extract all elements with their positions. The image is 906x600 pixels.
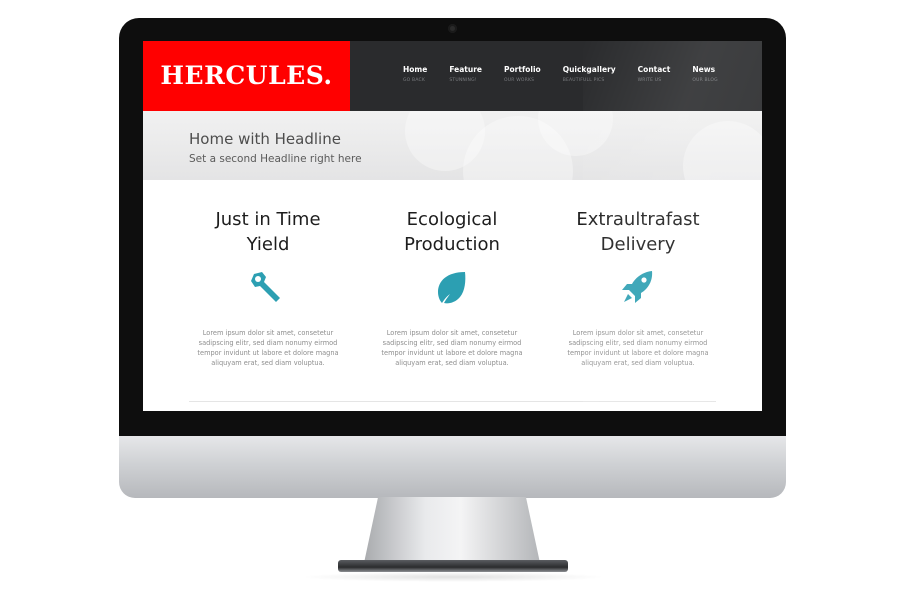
stand-shadow bbox=[300, 572, 606, 582]
nav-sublabel: WRITE US bbox=[637, 78, 662, 83]
monitor-stand-neck bbox=[364, 497, 540, 563]
feature-description: Lorem ipsum dolor sit amet, consetetur s… bbox=[197, 329, 339, 367]
feature-column: Extraultrafast Delivery Lorem ipsum dolo… bbox=[553, 207, 723, 368]
leaf-icon bbox=[438, 272, 466, 304]
feature-title-line: Extraultrafast bbox=[576, 209, 700, 230]
bokeh-decoration bbox=[683, 121, 762, 180]
nav-label[interactable]: Contact bbox=[638, 65, 671, 74]
nav-item-news[interactable]: News OUR BLOG bbox=[692, 65, 717, 83]
nav-item-feature[interactable]: Feature STUNNING! bbox=[449, 65, 482, 83]
feature-title: Ecological Production bbox=[367, 207, 537, 257]
feature-title-line: Ecological bbox=[406, 209, 498, 230]
nav-sublabel: OUR WORKS bbox=[504, 78, 535, 83]
nav-item-quickgallery[interactable]: Quickgallery BEAUTIFULL PICS bbox=[563, 65, 616, 83]
feature-title-line: Production bbox=[404, 234, 500, 255]
monitor-stand-foot bbox=[338, 560, 568, 572]
nav-label[interactable]: Quickgallery bbox=[563, 65, 616, 74]
nav-item-home[interactable]: Home GO BACK bbox=[403, 65, 427, 83]
wrench-icon bbox=[251, 272, 280, 302]
nav-label[interactable]: News bbox=[692, 65, 717, 74]
hero-subheadline: Set a second Headline right here bbox=[189, 153, 362, 165]
site-logo[interactable]: HERCULES. bbox=[143, 41, 350, 111]
nav-label[interactable]: Feature bbox=[449, 65, 482, 74]
feature-column: Just in Time Yield Lorem ipsum dolor sit… bbox=[183, 207, 353, 368]
feature-title: Extraultrafast Delivery bbox=[553, 207, 723, 257]
nav-item-portfolio[interactable]: Portfolio OUR WORKS bbox=[504, 65, 541, 83]
main-navigation: Home GO BACK Feature STUNNING! Portfolio… bbox=[403, 65, 740, 83]
hero-headline: Home with Headline bbox=[189, 130, 341, 148]
nav-sublabel: STUNNING! bbox=[449, 78, 477, 83]
nav-sublabel: OUR BLOG bbox=[692, 78, 718, 83]
logo-box[interactable]: HERCULES. bbox=[143, 41, 350, 111]
nav-item-contact[interactable]: Contact WRITE US bbox=[638, 65, 671, 83]
feature-title-line: Delivery bbox=[600, 234, 676, 255]
feature-title-line: Just in Time bbox=[215, 209, 321, 230]
website-screen: HERCULES. Home GO BACK Feature STUNNING!… bbox=[143, 41, 762, 411]
feature-description: Lorem ipsum dolor sit amet, consetetur s… bbox=[381, 329, 523, 367]
site-header: HERCULES. Home GO BACK Feature STUNNING!… bbox=[143, 41, 762, 111]
webcam-icon bbox=[448, 24, 457, 33]
feature-description: Lorem ipsum dolor sit amet, consetetur s… bbox=[567, 329, 709, 367]
feature-title-line: Yield bbox=[246, 234, 290, 255]
section-divider bbox=[189, 401, 716, 402]
monitor-chin bbox=[119, 436, 786, 498]
hero-banner: Home with Headline Set a second Headline… bbox=[143, 111, 762, 180]
nav-label[interactable]: Portfolio bbox=[504, 65, 541, 74]
rocket-icon bbox=[622, 271, 653, 303]
nav-sublabel: GO BACK bbox=[403, 78, 426, 83]
feature-title: Just in Time Yield bbox=[183, 207, 353, 257]
nav-sublabel: BEAUTIFULL PICS bbox=[562, 78, 605, 83]
nav-label[interactable]: Home bbox=[403, 65, 427, 74]
feature-column: Ecological Production Lorem ipsum dolor … bbox=[367, 207, 537, 368]
